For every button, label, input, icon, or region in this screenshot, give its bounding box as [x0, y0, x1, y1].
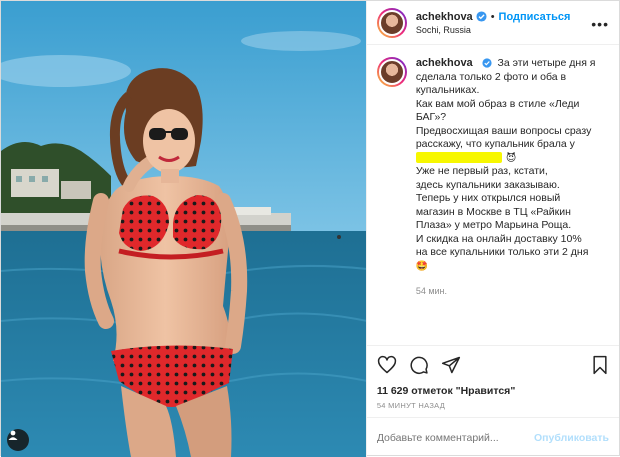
- comment-icon[interactable]: [409, 355, 429, 375]
- verified-badge-icon: [476, 11, 487, 22]
- post-side-panel: achekhova • Подписаться Sochi, Russia ••…: [365, 1, 619, 457]
- caption-highlight-line: 😈: [415, 152, 606, 166]
- avatar[interactable]: [376, 7, 407, 38]
- star-eyes-emoji: 🤩: [415, 260, 429, 272]
- caption-avatar[interactable]: [376, 57, 407, 87]
- location-link[interactable]: Sochi, Russia: [416, 25, 571, 35]
- caption-text-line: здесь купальники заказываю.: [415, 178, 560, 191]
- header-username[interactable]: achekhova: [416, 11, 473, 23]
- separator-dot: •: [490, 10, 495, 23]
- posted-time: 54 МИНУТ НАЗАД: [376, 401, 446, 410]
- caption-text-line: Уже не первый раз, кстати,: [415, 165, 548, 177]
- caption-text-line: на все купальники только эти 2 дня: [415, 246, 589, 258]
- photo-illustration: [1, 1, 366, 457]
- caption-text-line: И скидка на онлайн доставку 10%: [415, 232, 582, 245]
- share-icon[interactable]: [441, 355, 461, 375]
- devil-emoji: 😈: [505, 152, 517, 164]
- caption-text-line: Как вам мой образ в стиле «Леди: [415, 97, 580, 110]
- verified-badge-icon: [482, 58, 492, 68]
- instagram-post: achekhova • Подписаться Sochi, Russia ••…: [0, 0, 620, 457]
- caption-text-line: расскажу, что купальник брала у: [415, 138, 575, 150]
- caption-text-line: Предвосхищая ваши вопросы сразу: [415, 124, 592, 137]
- bookmark-icon[interactable]: [591, 355, 609, 380]
- post-header: achekhova • Подписаться Sochi, Russia ••…: [366, 1, 619, 45]
- post-actions: [366, 345, 619, 383]
- follow-button[interactable]: Подписаться: [499, 11, 571, 23]
- caption-text-line: За эти четыре дня я: [497, 57, 596, 69]
- caption-text-line: купальниках.: [415, 84, 480, 96]
- caption-text-line: сделала только 2 фото и оба в: [415, 70, 567, 83]
- add-comment-bar: Опубликовать: [366, 417, 619, 457]
- caption-username[interactable]: achekhova: [416, 57, 473, 69]
- caption-text-line: БАГ»?: [415, 111, 447, 123]
- caption-time[interactable]: 54 мин.: [416, 285, 606, 299]
- comments-area: achekhova За эти четыре дня я сделала то…: [367, 45, 619, 345]
- caption-text-line: магазин в Москве в ТЦ «Райкин: [415, 205, 571, 218]
- post-photo[interactable]: [1, 1, 366, 457]
- caption-text-line: Теперь у них открылся новый: [415, 192, 561, 204]
- likes-count[interactable]: 11 629 отметок "Нравится": [367, 383, 619, 399]
- more-options-icon[interactable]: •••: [591, 16, 609, 32]
- caption-text-line: Плаза» у метро Марьина Роща.: [415, 219, 572, 231]
- heart-icon[interactable]: [377, 355, 397, 375]
- caption: achekhova За эти четыре дня я сделала то…: [376, 57, 609, 299]
- user-tag-icon[interactable]: [7, 429, 29, 451]
- highlight-mark: [415, 152, 502, 164]
- comment-input[interactable]: [376, 431, 527, 444]
- publish-button[interactable]: Опубликовать: [534, 432, 609, 444]
